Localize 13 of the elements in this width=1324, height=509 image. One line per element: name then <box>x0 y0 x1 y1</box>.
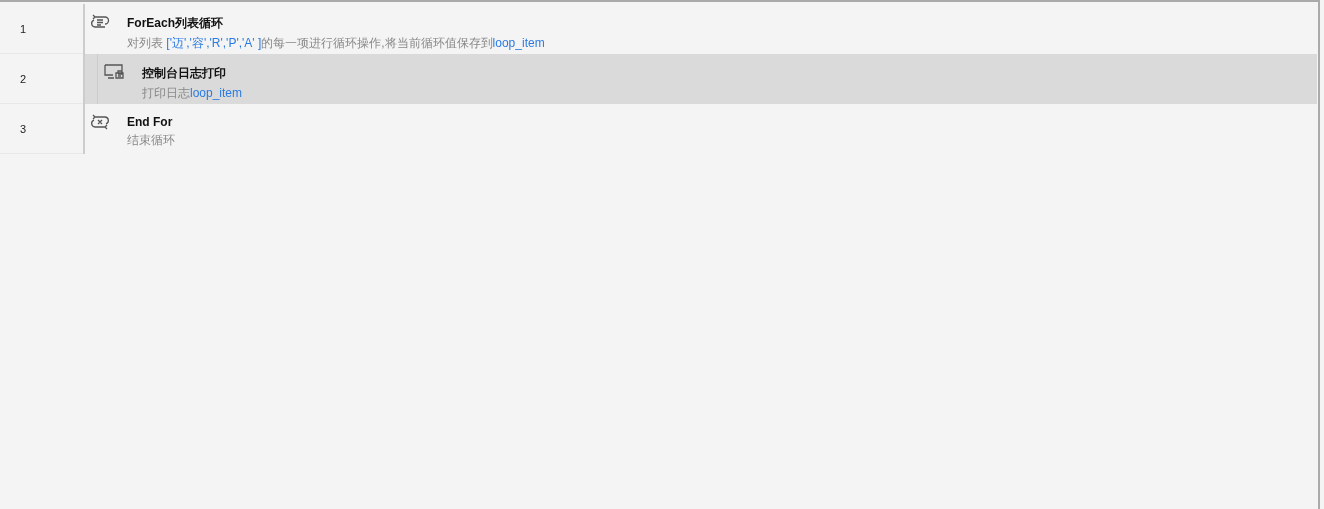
step-number: 3 <box>0 104 83 154</box>
step-title: ForEach列表循环 <box>127 15 224 32</box>
loop-icon <box>90 14 110 30</box>
step-number: 1 <box>0 4 83 54</box>
step-row[interactable]: 控制台日志打印 打印日志loop_item <box>83 54 1317 104</box>
step-title: End For <box>127 115 174 129</box>
loop-close-icon <box>90 114 110 130</box>
step-description: 结束循环 <box>127 132 175 149</box>
step-description: 对列表 ['迈','容','R','P','A' ]的每一项进行循环操作,将当前循环值保存到loop_item <box>127 35 545 52</box>
step-title: 控制台日志打印 <box>142 65 227 82</box>
monitor-icon <box>103 64 125 80</box>
step-row[interactable]: End For 结束循环 <box>83 104 1317 154</box>
step-description: 打印日志loop_item <box>142 85 243 102</box>
